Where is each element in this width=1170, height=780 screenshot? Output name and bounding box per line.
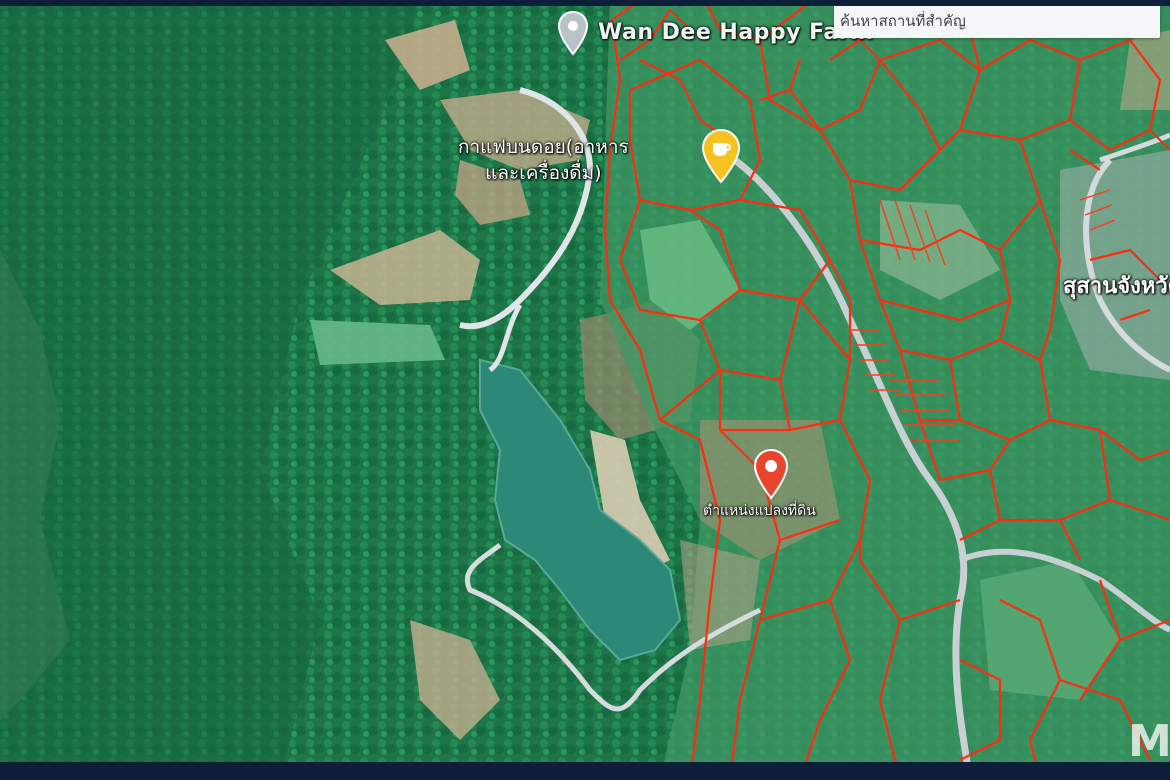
place-label-cafe[interactable]: กาแฟบนดอย(อาหาร และเครื่องดื่ม): [458, 134, 629, 186]
red-location-pin-icon[interactable]: [752, 448, 790, 500]
satellite-map[interactable]: Wan Dee Happy Farm กาแฟบนดอย(อาหาร และเค…: [0, 0, 1170, 780]
screen-bottom-edge: [0, 762, 1170, 780]
cafe-label-line1: กาแฟบนดอย(อาหาร: [458, 136, 629, 158]
area-label: สุสานจังหวัด: [1063, 274, 1170, 299]
yellow-cafe-pin-icon[interactable]: [700, 128, 742, 184]
field-patch: [310, 320, 445, 365]
brand-logo-watermark-icon: M: [1128, 716, 1170, 767]
screen-top-edge: [0, 0, 1170, 6]
plot-location-label[interactable]: ตำแหน่งแปลงที่ดิน: [703, 500, 816, 522]
cafe-label-line2: และเครื่องดื่ม): [485, 162, 602, 184]
grey-location-pin-icon[interactable]: [556, 10, 590, 56]
search-box[interactable]: [834, 4, 1160, 38]
search-input[interactable]: [838, 11, 1160, 31]
place-label-wan-dee[interactable]: Wan Dee Happy Farm: [598, 20, 874, 45]
map-imagery: [0, 0, 1170, 780]
